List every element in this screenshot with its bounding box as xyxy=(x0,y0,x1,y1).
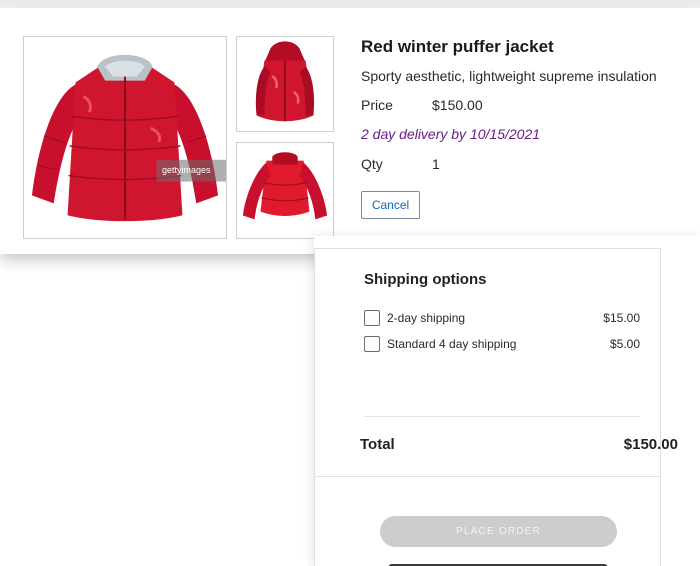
jacket-back-illustration xyxy=(237,143,333,238)
shipping-option-2-day[interactable]: 2-day shipping $15.00 xyxy=(364,310,640,328)
quantity-value: 1 xyxy=(432,156,440,172)
jacket-hood-illustration xyxy=(237,37,333,131)
divider xyxy=(364,416,640,417)
shipping-options-heading: Shipping options xyxy=(364,271,487,288)
page-top-shade xyxy=(0,0,700,8)
product-thumbnail-2[interactable] xyxy=(236,142,334,239)
product-main-image[interactable]: gettyimages xyxy=(23,36,227,239)
shipping-option-price: $5.00 xyxy=(609,337,640,351)
shipping-option-2-day-checkbox[interactable] xyxy=(364,310,380,326)
watermark-text: gettyimages xyxy=(162,165,211,175)
product-subtitle: Sporty aesthetic, lightweight supreme in… xyxy=(361,68,657,84)
delivery-estimate: 2 day delivery by 10/15/2021 xyxy=(361,126,541,142)
price-label: Price xyxy=(361,97,393,113)
shipping-option-label: 2-day shipping xyxy=(387,311,466,325)
place-order-button[interactable]: PLACE ORDER xyxy=(380,516,617,547)
shipping-option-label: Standard 4 day shipping xyxy=(387,337,517,351)
price-value: $150.00 xyxy=(432,97,483,113)
product-title: Red winter puffer jacket xyxy=(361,37,554,56)
shipping-panel: Shipping options 2-day shipping $15.00 S… xyxy=(314,236,700,566)
cancel-button[interactable]: Cancel xyxy=(361,191,420,219)
shipping-option-standard-checkbox[interactable] xyxy=(364,336,380,352)
product-thumbnail-1[interactable] xyxy=(236,36,334,132)
shipping-option-price: $15.00 xyxy=(603,311,640,325)
quantity-label: Qty xyxy=(361,156,383,172)
shipping-option-standard[interactable]: Standard 4 day shipping $5.00 xyxy=(364,336,640,354)
total-label: Total xyxy=(360,436,395,453)
total-value: $150.00 xyxy=(623,436,678,453)
divider xyxy=(314,476,661,477)
product-card: gettyimages Red winter puffer jacket Spo… xyxy=(0,8,700,254)
jacket-front-illustration xyxy=(24,37,226,238)
